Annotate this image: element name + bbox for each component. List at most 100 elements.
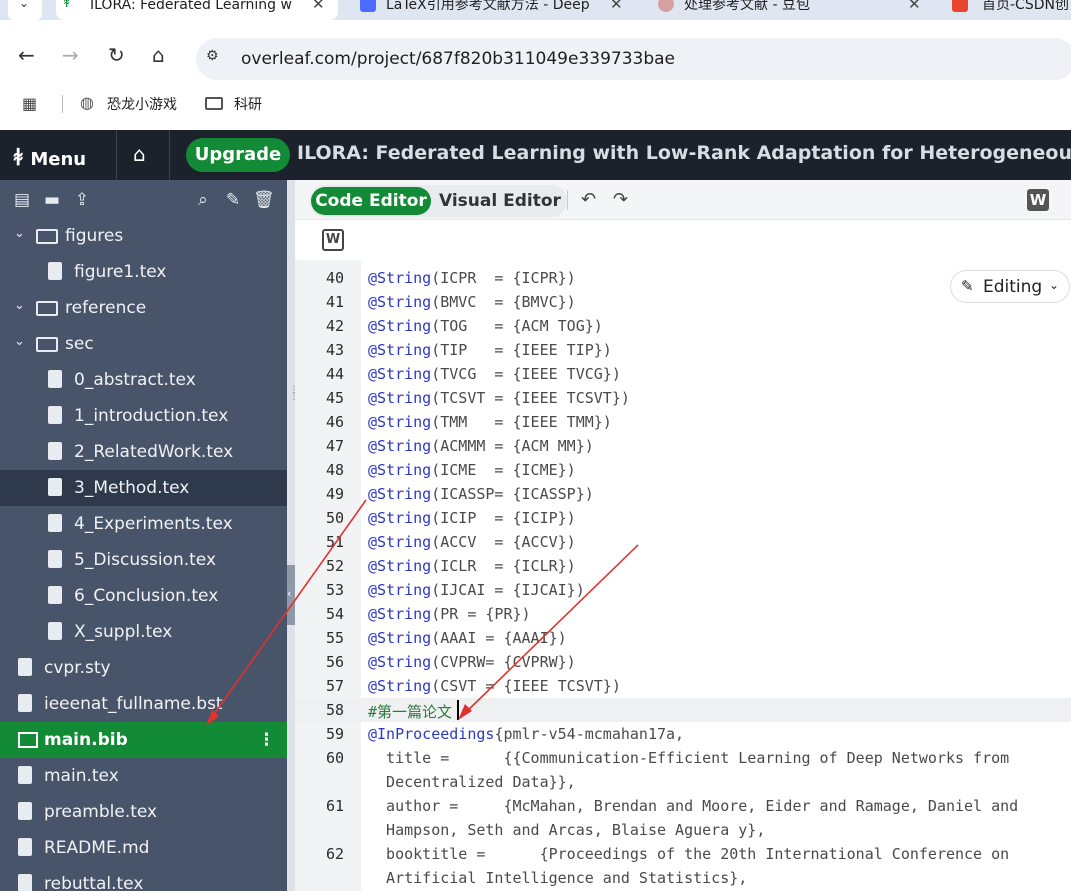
file-item-5-discussion-tex[interactable]: 5_Discussion.tex <box>0 542 287 578</box>
redo-icon[interactable]: ↷ <box>613 190 628 210</box>
upload-icon[interactable]: ⇪ <box>72 190 92 210</box>
toolbar-divider <box>567 190 568 210</box>
file-icon <box>18 838 32 856</box>
tab-search-button[interactable]: ⌄ <box>8 0 42 20</box>
editor-secondary-toolbar: W <box>295 220 1071 260</box>
file-icon <box>48 442 62 460</box>
folder-open-icon <box>36 337 58 352</box>
folder-item-sec[interactable]: ⌄ sec <box>0 326 287 362</box>
bookmark-divider <box>62 95 63 113</box>
browser-tab-1[interactable]: LaTeX引用参考文献方法 - Deep ✕ <box>352 0 632 20</box>
forward-arrow-icon[interactable]: → <box>62 45 79 65</box>
file-item-main-bib[interactable]: main.bib ⋮ <box>0 722 287 758</box>
line-number: 47 <box>325 437 344 455</box>
editing-mode-dropdown[interactable]: ✎ Editing ⌄ <box>950 270 1070 303</box>
overleaf-favicon-icon: ꬸ <box>64 0 70 11</box>
code-text: (ICPR = {ICPR}) <box>431 269 576 287</box>
code-line: Artificial Intelligence and Statistics}, <box>368 869 747 887</box>
search-icon[interactable]: ⌕ <box>193 190 213 210</box>
home-button[interactable]: ⌂ <box>116 130 170 180</box>
tree-item-label: rebuttal.tex <box>44 874 144 891</box>
file-icon <box>48 370 62 388</box>
line-number: 41 <box>325 293 344 311</box>
upgrade-button[interactable]: Upgrade <box>186 138 290 172</box>
chevron-down-icon[interactable]: ⌄ <box>14 334 25 349</box>
chevron-down-icon[interactable]: ⌄ <box>14 298 25 313</box>
bibtex-keyword: @String <box>368 365 432 383</box>
undo-icon[interactable]: ↶ <box>581 190 596 210</box>
close-tab-icon[interactable]: ✕ <box>312 0 325 12</box>
home-icon[interactable]: ⌂ <box>152 45 165 65</box>
home-icon: ⌂ <box>133 142 146 166</box>
visual-editor-toggle[interactable]: Visual Editor <box>439 187 561 215</box>
new-file-icon[interactable]: ▤ <box>12 190 32 210</box>
project-title[interactable]: ILORA: Federated Learning with Low-Rank … <box>297 142 1071 164</box>
bookmark-folder-research[interactable]: 科研 <box>205 84 275 124</box>
file-icon <box>18 766 32 784</box>
url-text: overleaf.com/project/687f820b311049e3397… <box>241 49 676 69</box>
line-number: 52 <box>325 557 344 575</box>
code-line: @String(TVCG = {IEEE TVCG}) <box>368 365 621 383</box>
file-item-4-experiments-tex[interactable]: 4_Experiments.tex <box>0 506 287 542</box>
apps-grid-icon[interactable]: ▦ <box>22 94 37 113</box>
writefull-icon[interactable]: W <box>1027 189 1049 211</box>
file-item-cvpr-sty[interactable]: cvpr.sty <box>0 650 287 686</box>
file-item-preamble-tex[interactable]: preamble.tex <box>0 794 287 830</box>
folder-icon <box>205 97 223 110</box>
close-tab-icon[interactable]: ✕ <box>610 0 623 12</box>
code-line: Decentralized Data}}, <box>368 773 576 791</box>
close-tab-icon[interactable]: ✕ <box>908 0 921 12</box>
file-item-x-suppl-tex[interactable]: X_suppl.tex <box>0 614 287 650</box>
rename-pencil-icon[interactable]: ✎ <box>223 190 243 210</box>
reload-icon[interactable]: ↻ <box>108 45 125 65</box>
tree-item-label: figures <box>65 226 124 246</box>
tree-item-label: cvpr.sty <box>44 658 111 678</box>
file-item-6-conclusion-tex[interactable]: 6_Conclusion.tex <box>0 578 287 614</box>
file-item-main-tex[interactable]: main.tex <box>0 758 287 794</box>
code-line: @String(ACMMM = {ACM MM}) <box>368 437 594 455</box>
file-item-3-method-tex[interactable]: 3_Method.tex <box>0 470 287 506</box>
editor-toolbar: Code Editor Visual Editor ↶ ↷ W <box>295 180 1071 220</box>
code-text: Artificial Intelligence and Statistics}, <box>368 869 748 887</box>
back-arrow-icon[interactable]: ← <box>18 45 35 65</box>
file-item-rebuttal-tex[interactable]: rebuttal.tex <box>0 866 287 891</box>
bookmark-dino-game[interactable]: ◍ 恐龙小游戏 <box>80 84 190 124</box>
file-item-readme-md[interactable]: README.md <box>0 830 287 866</box>
line-number: 56 <box>325 653 344 671</box>
folder-item-reference[interactable]: ⌄ reference <box>0 290 287 326</box>
line-number: 45 <box>325 389 344 407</box>
tree-item-label: ieeenat_fullname.bst <box>44 694 223 714</box>
overleaf-logo-icon: ꬸ <box>14 146 23 171</box>
sidebar-resizer[interactable] <box>287 180 295 891</box>
new-folder-icon[interactable]: ▬ <box>42 190 62 210</box>
address-bar[interactable]: ⚙ overleaf.com/project/687f820b311049e33… <box>196 38 1071 80</box>
file-icon <box>18 694 32 712</box>
code-line: @String(ICME = {ICME}) <box>368 461 576 479</box>
kebab-menu-icon[interactable]: ⋮ <box>258 730 275 750</box>
line-number: 46 <box>325 413 344 431</box>
drag-handle-icon[interactable]: ⋮⋮ <box>289 386 299 410</box>
browser-tab-3[interactable]: 首页-CSDN创 <box>944 0 1071 20</box>
file-item-2-relatedwork-tex[interactable]: 2_RelatedWork.tex <box>0 434 287 470</box>
writefull-logo-icon[interactable]: W <box>322 229 344 251</box>
site-info-icon[interactable]: ⚙ <box>206 48 228 70</box>
browser-tab-0[interactable]: ꬸ ILORA: Federated Learning w ✕ <box>56 0 338 20</box>
browser-tab-2[interactable]: 处理参考文献 - 豆包 ✕ <box>650 0 930 20</box>
delete-trash-icon[interactable]: 🗑 <box>253 190 275 210</box>
file-item-0-abstract-tex[interactable]: 0_abstract.tex <box>0 362 287 398</box>
code-line: @String(TMM = {IEEE TMM}) <box>368 413 612 431</box>
line-number: 55 <box>325 629 344 647</box>
folder-item-figures[interactable]: ⌄ figures <box>0 218 287 254</box>
file-item-figure1-tex[interactable]: figure1.tex <box>0 254 287 290</box>
chevron-down-icon[interactable]: ⌄ <box>14 226 25 241</box>
bibtex-keyword: @String <box>368 629 432 647</box>
menu-button[interactable]: ꬸ Menu <box>14 142 86 172</box>
file-item-ieeenat-fullname-bst[interactable]: ieeenat_fullname.bst <box>0 686 287 722</box>
line-number: 59 <box>325 725 344 743</box>
file-icon <box>18 874 32 891</box>
collapse-sidebar-button[interactable]: ‹ <box>287 565 295 625</box>
tree-item-label: 0_abstract.tex <box>74 370 196 390</box>
file-item-1-introduction-tex[interactable]: 1_introduction.tex <box>0 398 287 434</box>
code-editor-toggle[interactable]: Code Editor <box>311 187 431 215</box>
editor-mode-switch: Code Editor Visual Editor <box>309 185 567 217</box>
